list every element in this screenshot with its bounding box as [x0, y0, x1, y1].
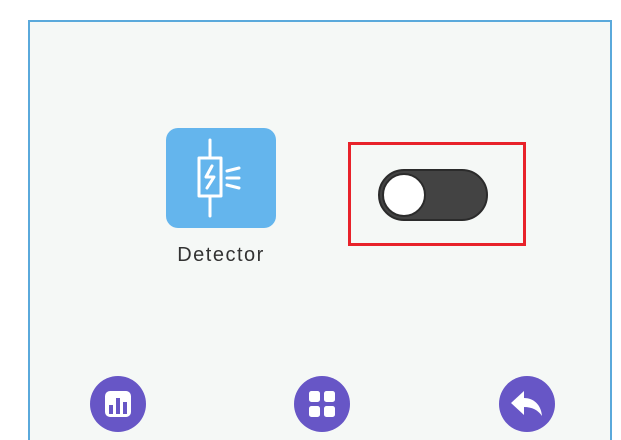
grid-icon: [309, 391, 335, 417]
bar-chart-icon: [105, 391, 131, 417]
detector-label: Detector: [177, 244, 265, 266]
detector-tile[interactable]: [166, 128, 276, 228]
back-arrow-icon: [511, 391, 542, 416]
power-toggle[interactable]: [378, 169, 488, 221]
toggle-knob: [382, 173, 426, 217]
detector-icon: [197, 138, 241, 218]
back-button[interactable]: [499, 376, 555, 432]
home-grid-button[interactable]: [294, 376, 350, 432]
device-panel: Detector: [28, 20, 612, 440]
stats-button[interactable]: [90, 376, 146, 432]
